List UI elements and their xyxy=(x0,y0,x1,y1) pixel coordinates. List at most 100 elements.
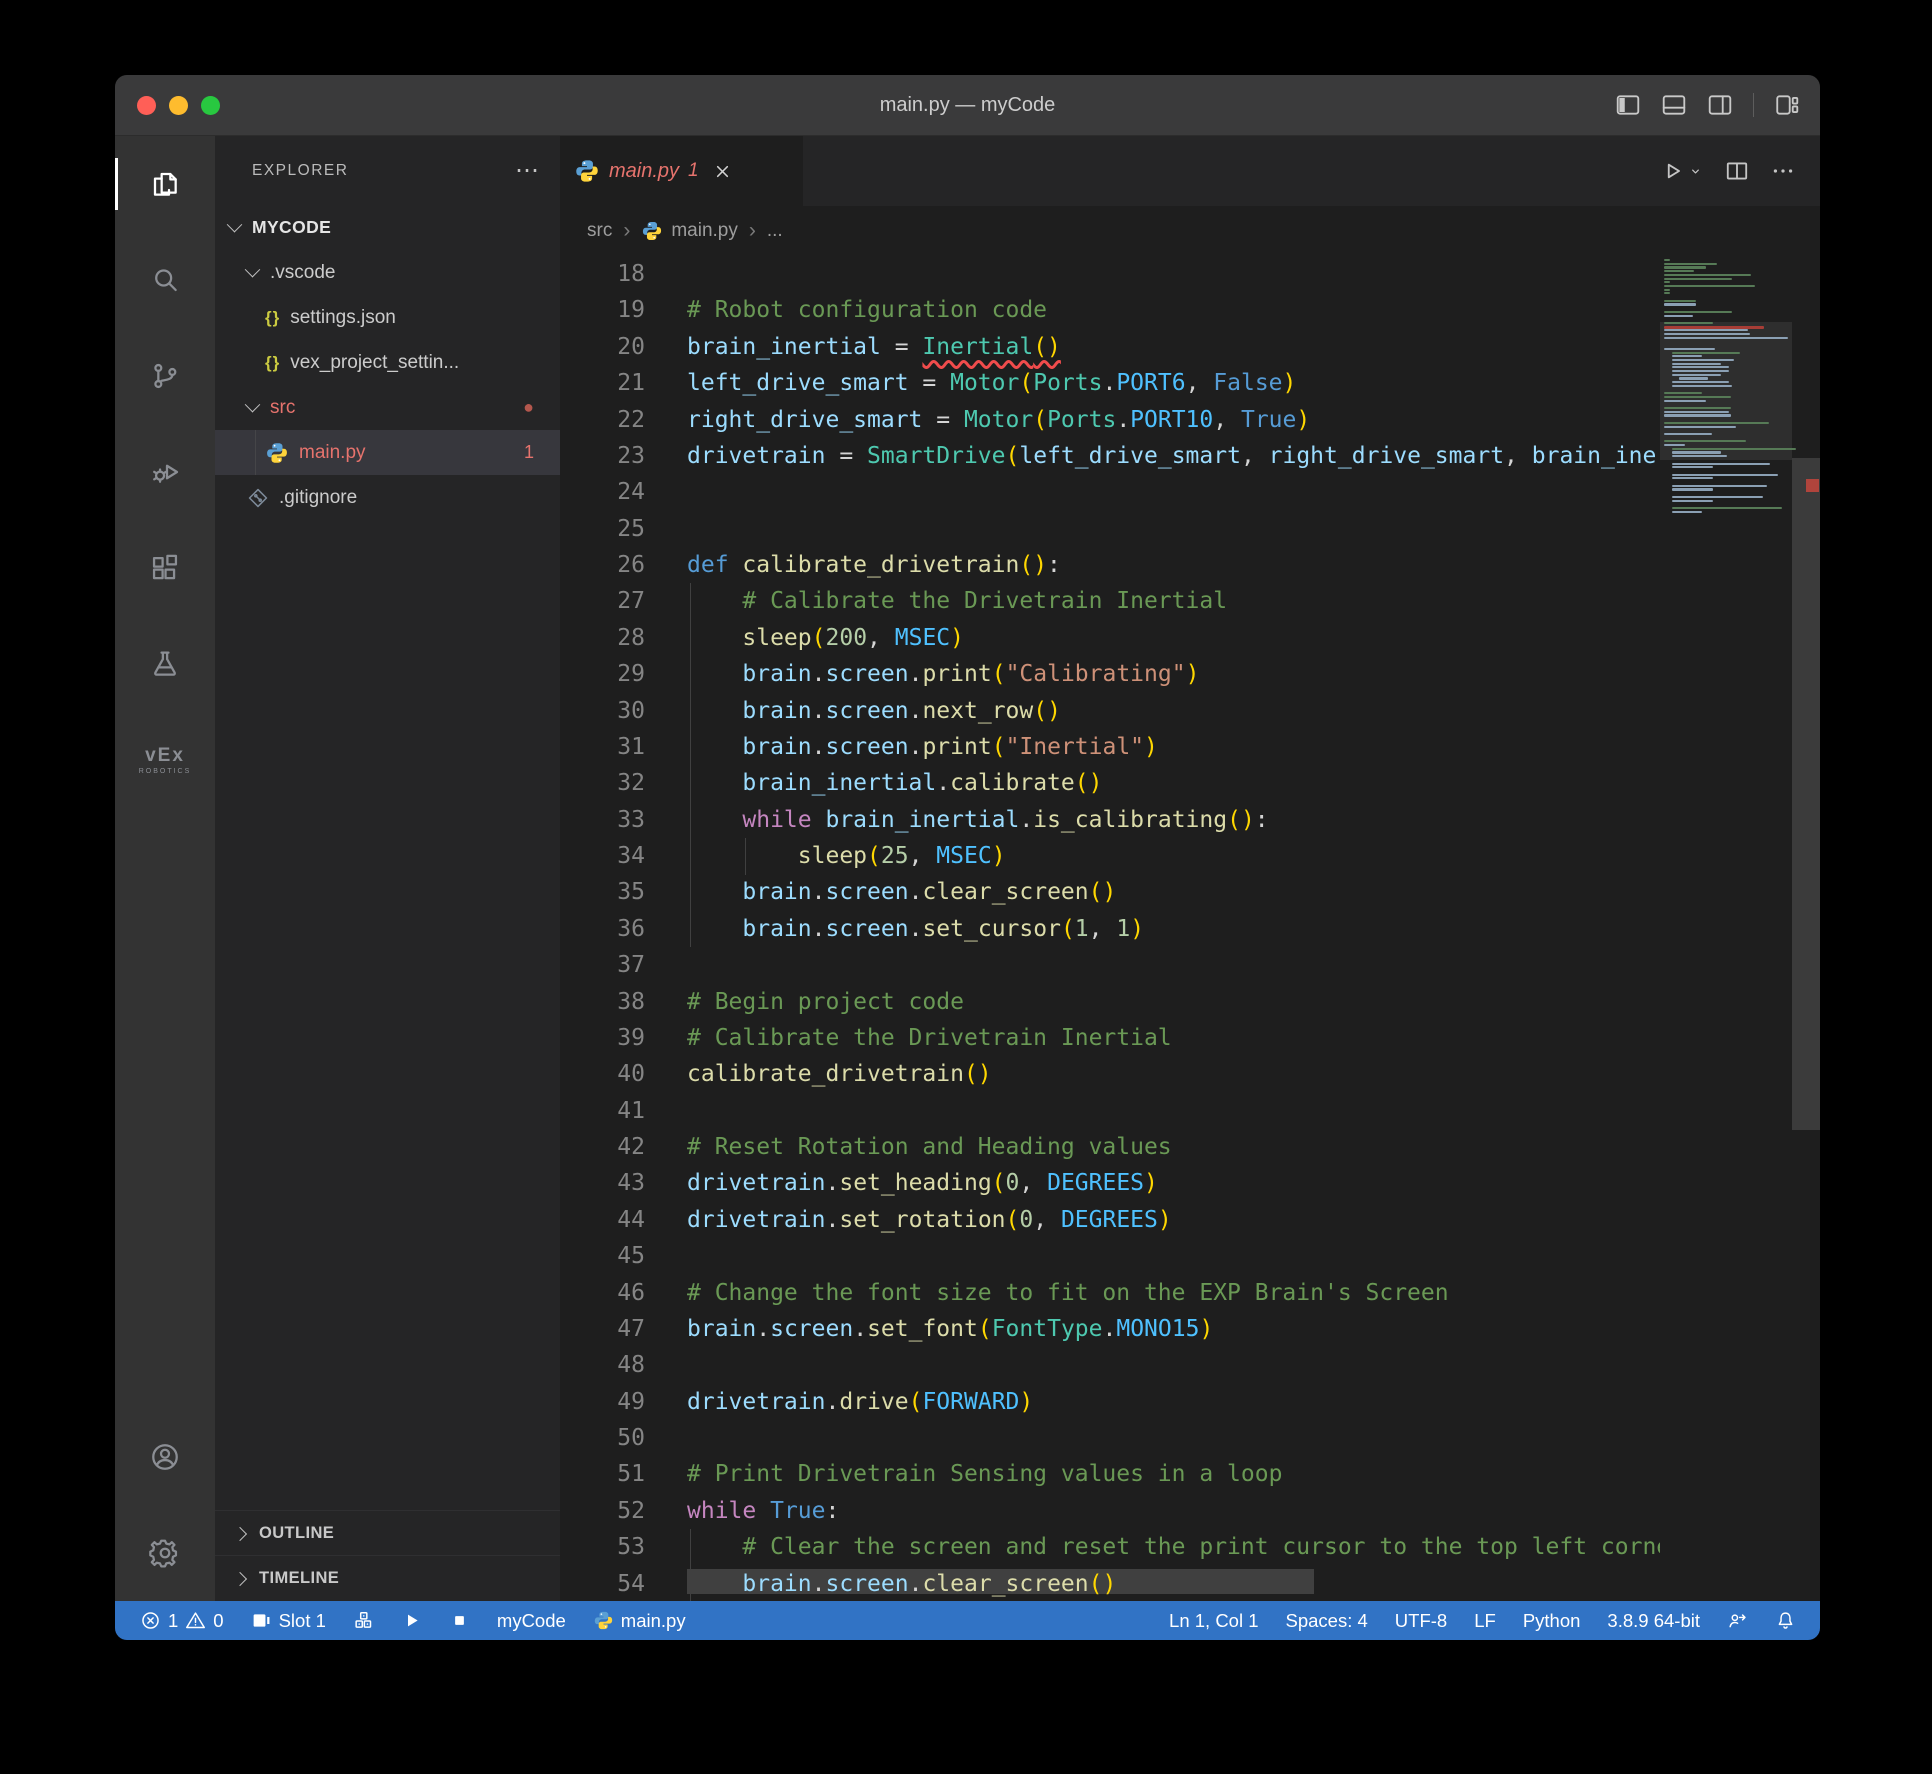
status-problems[interactable]: 10 xyxy=(140,1610,224,1632)
toggle-sidebar-right-icon[interactable] xyxy=(1707,92,1733,118)
run-dropdown-icon[interactable] xyxy=(1687,163,1704,180)
line-number: 19 xyxy=(560,292,645,328)
code-line-32: 32 brain_inertial.calibrate() xyxy=(560,765,1660,801)
breadcrumb-separator-icon: › xyxy=(623,219,630,243)
minimap-row xyxy=(1664,426,1736,428)
toggle-panel-icon[interactable] xyxy=(1661,92,1687,118)
error-overview-marker xyxy=(1806,479,1819,492)
vex-icon: vExROBOTICS xyxy=(139,746,192,775)
minimap-row xyxy=(1664,281,1670,283)
json-file-icon: {} xyxy=(265,353,280,373)
code-lines: 1819# Robot configuration code20brain_in… xyxy=(560,256,1660,1601)
more-actions-icon[interactable] xyxy=(1770,158,1796,184)
vscode-window: main.py — myCode vExROBOTICS EXPLORER ⋯ … xyxy=(115,75,1820,1640)
close-tab-icon[interactable] xyxy=(712,161,733,182)
chevron-down-icon xyxy=(227,217,243,233)
status-project-name[interactable]: myCode xyxy=(497,1610,566,1632)
status-vex-slot[interactable]: Slot 1 xyxy=(251,1610,326,1632)
activity-extensions[interactable] xyxy=(115,520,215,616)
run-file-icon[interactable] xyxy=(1659,158,1685,184)
minimap[interactable] xyxy=(1660,256,1792,816)
gear-icon xyxy=(149,1537,181,1569)
python-file-icon xyxy=(574,158,600,184)
toggle-sidebar-left-icon[interactable] xyxy=(1615,92,1641,118)
activity-vex[interactable]: vExROBOTICS xyxy=(115,712,215,808)
line-number: 45 xyxy=(560,1238,645,1274)
bell-icon xyxy=(1775,1610,1796,1631)
minimap-row xyxy=(1672,463,1771,465)
tree-item-main.py[interactable]: main.py1 xyxy=(215,430,560,475)
minimap-row xyxy=(1664,266,1706,268)
chevron-down-icon xyxy=(245,397,261,413)
activity-source-control[interactable] xyxy=(115,328,215,424)
breadcrumb-item-main.py[interactable]: main.py xyxy=(641,220,738,242)
tree-item-vex-project-settin...[interactable]: {}vex_project_settin... xyxy=(215,340,560,385)
line-number: 43 xyxy=(560,1165,645,1201)
minimap-row xyxy=(1664,289,1670,291)
tree-item-settings.json[interactable]: {}settings.json xyxy=(215,295,560,340)
status-text: Ln 1, Col 1 xyxy=(1169,1610,1258,1632)
window-title: main.py — myCode xyxy=(115,75,1820,135)
status-language-mode[interactable]: Python xyxy=(1523,1610,1581,1632)
code-line-26: 26def calibrate_drivetrain(): xyxy=(560,547,1660,583)
customize-layout-icon[interactable] xyxy=(1774,92,1800,118)
status-bar: 10 Slot 1 myCode main.py Ln 1, Col 1 Spaces:… xyxy=(115,1601,1820,1640)
minimap-row xyxy=(1664,422,1769,424)
status-encoding[interactable]: UTF-8 xyxy=(1395,1610,1447,1632)
activity-testing[interactable] xyxy=(115,616,215,712)
editor-code-area[interactable]: 1819# Robot configuration code20brain_in… xyxy=(560,256,1820,1601)
status-text: 1 xyxy=(168,1610,178,1632)
line-number: 28 xyxy=(560,620,645,656)
minimap-row xyxy=(1664,292,1670,294)
status-cursor-position[interactable]: Ln 1, Col 1 xyxy=(1169,1610,1258,1632)
status-feedback[interactable] xyxy=(1727,1610,1748,1631)
status-active-file[interactable]: main.py xyxy=(593,1610,686,1632)
line-number: 32 xyxy=(560,765,645,801)
activity-run-debug[interactable] xyxy=(115,424,215,520)
code-line-34: 34 sleep(25, MSEC) xyxy=(560,838,1660,874)
indent-guide xyxy=(745,838,746,875)
titlebar[interactable]: main.py — myCode xyxy=(115,75,1820,136)
explorer-header-label: EXPLORER xyxy=(252,162,348,180)
split-editor-icon[interactable] xyxy=(1724,158,1750,184)
minimap-row xyxy=(1664,326,1764,329)
line-number: 18 xyxy=(560,256,645,292)
activity-settings[interactable] xyxy=(115,1505,215,1601)
status-eol[interactable]: LF xyxy=(1474,1610,1496,1632)
status-python-version[interactable]: 3.8.9 64-bit xyxy=(1607,1610,1700,1632)
tree-item-label: .gitignore xyxy=(279,487,357,509)
minimap-row xyxy=(1672,474,1778,476)
timeline-panel-header[interactable]: TIMELINE xyxy=(215,1555,560,1601)
status-notifications[interactable] xyxy=(1775,1610,1796,1631)
status-run-project[interactable] xyxy=(401,1610,422,1631)
status-indentation[interactable]: Spaces: 4 xyxy=(1286,1610,1368,1632)
code-line-50: 50 xyxy=(560,1420,1660,1456)
account-icon xyxy=(149,1441,181,1473)
minimap-slider[interactable] xyxy=(1660,322,1792,460)
editor-actions xyxy=(1659,136,1820,206)
tree-item-.gitignore[interactable]: .gitignore xyxy=(215,475,560,520)
git-file-icon xyxy=(247,487,269,509)
tree-item-src[interactable]: src● xyxy=(215,385,560,430)
status-stop-project[interactable] xyxy=(449,1610,470,1631)
tab-main-py[interactable]: main.py 1 xyxy=(560,136,803,206)
line-number: 47 xyxy=(560,1311,645,1347)
python-icon xyxy=(593,1610,614,1631)
vertical-scrollbar[interactable] xyxy=(1792,458,1820,1130)
status-vex-blocks[interactable] xyxy=(353,1610,374,1631)
line-number: 41 xyxy=(560,1093,645,1129)
code-line-35: 35 brain.screen.clear_screen() xyxy=(560,874,1660,910)
explorer-more-actions-icon[interactable]: ⋯ xyxy=(515,156,540,185)
breadcrumb-separator-icon: › xyxy=(749,219,756,243)
outline-panel-header[interactable]: OUTLINE xyxy=(215,1510,560,1556)
activity-search[interactable] xyxy=(115,232,215,328)
activity-account[interactable] xyxy=(115,1409,215,1505)
code-line-19: 19# Robot configuration code xyxy=(560,292,1660,328)
tree-item-.vscode[interactable]: .vscode xyxy=(215,250,560,295)
python-file-icon xyxy=(265,441,289,465)
tree-item-mycode[interactable]: MYCODE xyxy=(215,205,560,250)
code-line-27: 27 # Calibrate the Drivetrain Inertial xyxy=(560,583,1660,619)
breadcrumb-item-...[interactable]: ... xyxy=(767,220,783,242)
breadcrumb-item-src[interactable]: src xyxy=(587,220,612,242)
activity-explorer[interactable] xyxy=(115,136,215,232)
